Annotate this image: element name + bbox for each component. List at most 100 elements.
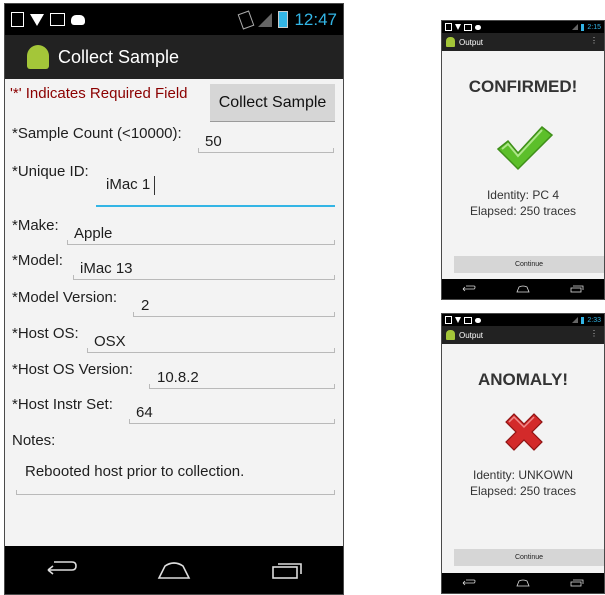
recent-apps-icon[interactable] — [270, 560, 304, 580]
notes-underline — [16, 490, 335, 495]
action-bar: Output ⋮ — [442, 33, 604, 51]
nav-bar — [5, 546, 343, 594]
continue-button[interactable]: Continue — [454, 256, 604, 273]
model-label: *Model: — [12, 252, 63, 269]
status-icons-left — [11, 4, 85, 35]
elapsed-text: Elapsed: 250 traces — [469, 204, 577, 218]
status-icons-right: 12:47 — [238, 4, 337, 35]
sample-count-label: *Sample Count (<10000): — [12, 125, 182, 142]
app-title: Collect Sample — [58, 46, 180, 67]
nav-bar — [442, 279, 604, 299]
signal-icon — [572, 24, 579, 30]
back-icon[interactable] — [44, 560, 78, 580]
sample-count-value: 50 — [205, 133, 222, 150]
host-os-field[interactable]: OSX — [87, 329, 335, 353]
host-os-underline — [87, 348, 335, 353]
recent-apps-icon[interactable] — [570, 285, 584, 293]
unique-id-underline-focused — [96, 205, 335, 207]
identity-text: Identity: PC 4 — [486, 188, 560, 202]
result-content: CONFIRMED! Identity: PC 4 Elapsed: 250 t… — [442, 51, 604, 251]
confirmed-phone-screen: 2:15 Output ⋮ CONFIRMED! Identity: PC 4 … — [441, 20, 605, 300]
text-cursor — [154, 176, 155, 195]
home-icon[interactable] — [157, 560, 191, 580]
cat-icon — [475, 24, 481, 30]
status-icons-left — [445, 314, 481, 326]
download-icon — [11, 12, 24, 27]
identity-text: Identity: UNKOWN — [472, 468, 574, 482]
image-icon — [464, 316, 472, 324]
download-icon — [445, 23, 452, 31]
notes-label: Notes: — [12, 432, 56, 449]
vibrate-icon — [238, 9, 255, 30]
model-value: iMac 13 — [80, 260, 133, 277]
anomaly-phone-screen: 2:33 Output ⋮ ANOMALY! Identity: UNKOWN … — [441, 313, 605, 594]
android-app-icon — [446, 330, 455, 340]
result-title: ANOMALY! — [477, 370, 569, 389]
home-icon[interactable] — [516, 579, 530, 587]
result-title: CONFIRMED! — [468, 77, 578, 96]
notes-value: Rebooted host prior to collection. — [25, 463, 245, 480]
status-clock: 2:15 — [587, 23, 601, 31]
unique-id-field[interactable]: iMac 1 — [96, 173, 335, 207]
host-os-version-label: *Host OS Version: — [12, 361, 133, 378]
notes-field[interactable]: Rebooted host prior to collection. — [16, 457, 335, 495]
status-icons-right: 2:15 — [572, 21, 601, 33]
cat-icon — [71, 14, 85, 25]
host-os-version-value: 10.8.2 — [157, 369, 199, 386]
status-bar: 2:33 — [442, 314, 604, 326]
make-underline — [67, 240, 335, 245]
image-icon — [464, 23, 472, 31]
model-field[interactable]: iMac 13 — [73, 256, 335, 280]
unique-id-label: *Unique ID: — [12, 163, 89, 180]
app-title: Output — [459, 37, 484, 47]
status-icons-left — [445, 21, 481, 33]
make-value: Apple — [74, 225, 113, 242]
home-icon[interactable] — [516, 285, 530, 293]
recent-apps-icon[interactable] — [570, 579, 584, 587]
model-version-value: 2 — [141, 297, 150, 314]
download-icon — [445, 316, 452, 324]
result-content: ANOMALY! Identity: UNKOWN Elapsed: 250 t… — [442, 344, 604, 544]
back-icon[interactable] — [462, 579, 476, 587]
back-icon[interactable] — [462, 285, 476, 293]
wifi-icon — [455, 24, 461, 30]
overflow-menu-icon[interactable]: ⋮ — [590, 330, 598, 338]
model-version-label: *Model Version: — [12, 289, 118, 306]
continue-button[interactable]: Continue — [454, 549, 604, 566]
status-bar: 2:15 — [442, 21, 604, 33]
model-underline — [73, 275, 335, 280]
status-clock: 12:47 — [294, 9, 337, 29]
action-bar: Output ⋮ — [442, 326, 604, 344]
model-version-underline — [133, 312, 335, 317]
collect-sample-button-label: Collect Sample — [218, 93, 327, 111]
collect-sample-button[interactable]: Collect Sample — [210, 84, 335, 122]
overflow-menu-icon[interactable]: ⋮ — [590, 37, 598, 45]
status-bar: 12:47 — [5, 4, 343, 35]
host-os-label: *Host OS: — [12, 325, 79, 342]
image-icon — [50, 13, 65, 26]
host-instr-set-field[interactable]: 64 — [129, 400, 335, 424]
continue-button-label: Continue — [514, 261, 544, 268]
red-x-icon — [505, 413, 543, 451]
make-label: *Make: — [12, 217, 59, 234]
model-version-field[interactable]: 2 — [133, 293, 335, 317]
status-clock: 2:33 — [587, 316, 601, 324]
status-icons-right: 2:33 — [572, 314, 601, 326]
sample-count-field[interactable]: 50 — [198, 129, 334, 153]
host-instr-set-value: 64 — [136, 404, 153, 421]
host-os-version-field[interactable]: 10.8.2 — [149, 365, 335, 389]
signal-icon — [572, 317, 579, 323]
wifi-icon — [455, 317, 461, 323]
battery-icon — [581, 316, 585, 324]
android-app-icon — [27, 45, 49, 69]
wifi-icon — [30, 13, 44, 26]
elapsed-text: Elapsed: 250 traces — [469, 484, 577, 498]
host-os-version-underline — [149, 384, 335, 389]
host-instr-set-underline — [129, 419, 335, 424]
cat-icon — [475, 317, 481, 323]
make-field[interactable]: Apple — [67, 221, 335, 245]
android-app-icon — [446, 37, 455, 47]
nav-bar — [442, 573, 604, 593]
main-phone-screen: 12:47 Collect Sample '*' Indicates Requi… — [4, 3, 344, 595]
battery-icon — [581, 23, 585, 31]
